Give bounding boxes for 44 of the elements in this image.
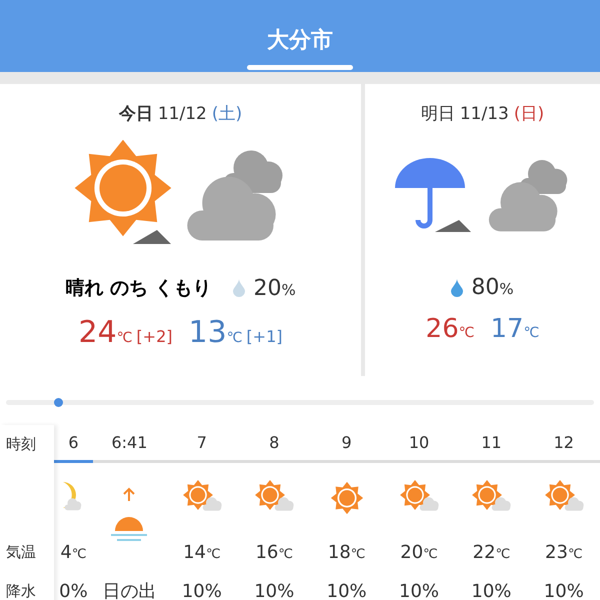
hour-tab[interactable]: 7	[166, 425, 238, 463]
hour-precipitation: 10%	[254, 580, 294, 600]
row-label: 時刻	[6, 434, 37, 454]
city-title: 大分市	[267, 26, 333, 55]
precipitation-chance: 80%	[471, 275, 514, 300]
hour-precipitation: 10%	[326, 580, 367, 600]
hour-temperature: 18℃	[328, 542, 366, 562]
hour-precipitation: 10%	[471, 580, 512, 600]
hour-precipitation: 10%	[544, 580, 584, 600]
hour-precipitation: 日の出	[102, 580, 156, 600]
hour-tab[interactable]: 6:41	[93, 425, 166, 463]
date: 11/13	[460, 104, 509, 124]
temperature: 24℃	[78, 315, 132, 350]
hour-precipitation: 10%	[182, 580, 222, 600]
hour-precipitation: 10%	[399, 580, 440, 600]
temperature: 26℃	[426, 314, 474, 344]
hour-temperature: 23℃	[545, 542, 583, 562]
weekday: (土)	[212, 103, 242, 125]
forecast-text: 晴れ のち くもり	[65, 276, 212, 301]
hour-temperature: 22℃	[472, 542, 510, 562]
row-label: 気温	[6, 542, 37, 562]
hour-tab[interactable]: 12	[528, 425, 600, 463]
temperature: 17℃	[490, 314, 540, 344]
date: 11/12	[158, 104, 207, 124]
precipitation-chance: 20%	[253, 276, 296, 300]
temperature-difference: [+1]	[246, 327, 282, 346]
temperature-difference: [+2]	[136, 327, 172, 346]
temperature: 13℃	[188, 315, 242, 350]
row-label: 降水	[6, 582, 37, 600]
hour-tab[interactable]: 8	[238, 425, 310, 463]
day-label: 今日	[118, 103, 153, 125]
hour-tab[interactable]: 6	[54, 425, 94, 463]
hour-tab[interactable]: 11	[455, 425, 528, 463]
day-label: 明日	[420, 103, 455, 125]
hour-precipitation: 0%	[59, 580, 88, 600]
hour-tab[interactable]: 9	[310, 425, 383, 463]
hour-temperature: 20℃	[400, 542, 438, 562]
hour-temperature: 16℃	[255, 542, 293, 562]
scroll-thumb[interactable]	[54, 398, 63, 407]
hour-temperature: 4℃	[60, 542, 86, 562]
weekday: (日)	[514, 103, 544, 125]
sun-icon	[330, 481, 364, 515]
hour-temperature: 14℃	[183, 542, 221, 562]
hour-tab[interactable]: 10	[382, 425, 456, 463]
